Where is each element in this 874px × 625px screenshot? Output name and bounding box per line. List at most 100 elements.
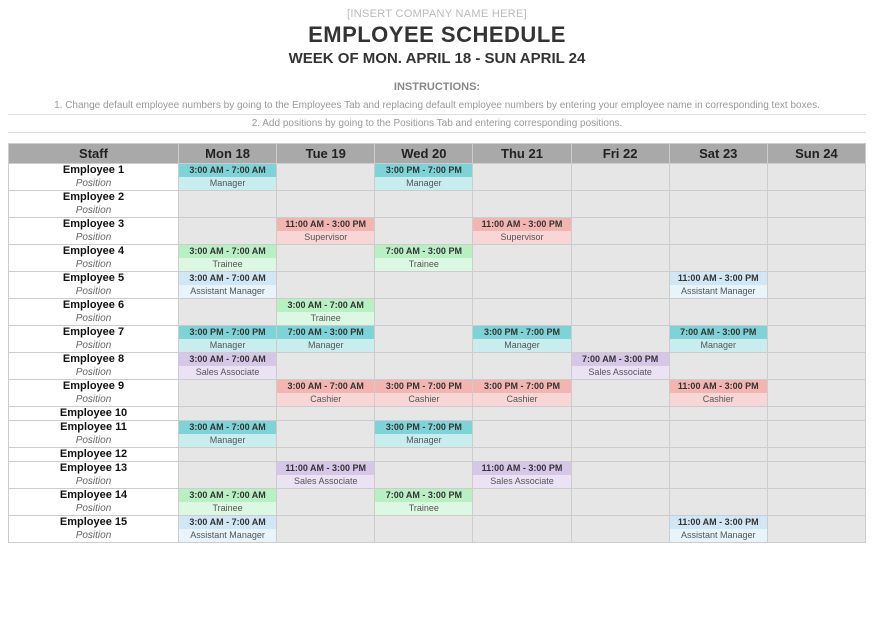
shift-position [277,285,374,298]
day-cell: 3:00 AM - 7:00 AMAssistant Manager [179,516,277,543]
shift-position: Trainee [277,312,374,325]
shift-time [572,164,669,177]
day-cell [571,516,669,543]
staff-cell: Employee 15Position [9,516,179,543]
staff-cell: Employee 7Position [9,326,179,353]
shift-time [670,299,767,312]
day-cell [767,164,865,191]
shift-position [572,529,669,542]
day-cell [473,164,571,191]
day-cell: 3:00 AM - 7:00 AMTrainee [179,245,277,272]
day-cell [375,326,473,353]
day-cell [473,299,571,326]
col-fri: Fri 22 [571,144,669,164]
shift-position: Manager [277,339,374,352]
shift-position: Trainee [179,502,276,515]
shift-position: Manager [179,339,276,352]
table-row: Employee 2Position [9,191,866,218]
shift-position [670,312,767,325]
shift-time: 3:00 AM - 7:00 AM [179,421,276,434]
table-row: Employee 12 [9,448,866,462]
day-cell [277,272,375,299]
shift-position [277,502,374,515]
employee-name: Employee 1 [9,164,178,177]
employee-name: Employee 13 [9,462,178,475]
shift-position: Manager [473,339,570,352]
staff-cell: Employee 5Position [9,272,179,299]
shift-position [473,366,570,379]
day-cell [571,272,669,299]
day-cell [571,448,669,462]
employee-name: Employee 3 [9,218,178,231]
shift-position: Trainee [375,502,472,515]
shift-time [670,462,767,475]
day-cell: 7:00 AM - 3:00 PMTrainee [375,245,473,272]
day-cell [473,272,571,299]
shift-position [473,285,570,298]
shift-time [670,245,767,258]
shift-time [768,448,865,461]
shift-position [179,393,276,406]
day-cell [571,218,669,245]
shift-position: Trainee [179,258,276,271]
shift-time: 3:00 AM - 7:00 AM [179,272,276,285]
shift-position: Cashier [375,393,472,406]
day-cell [767,380,865,407]
day-cell [277,164,375,191]
shift-time: 3:00 PM - 7:00 PM [473,380,570,393]
shift-position: Assistant Manager [179,285,276,298]
shift-position: Cashier [473,393,570,406]
shift-time: 3:00 PM - 7:00 PM [375,164,472,177]
shift-position [670,258,767,271]
day-cell [571,245,669,272]
shift-position: Sales Associate [179,366,276,379]
position-label: Position [9,434,178,447]
staff-cell: Employee 3Position [9,218,179,245]
position-label: Position [9,312,178,325]
day-cell [571,462,669,489]
day-cell [473,407,571,421]
day-cell [277,353,375,380]
staff-cell: Employee 6Position [9,299,179,326]
shift-time [572,421,669,434]
shift-position [277,204,374,217]
position-label: Position [9,502,178,515]
shift-time [670,407,767,420]
shift-time [375,407,472,420]
day-cell [669,448,767,462]
shift-time [572,489,669,502]
shift-position [277,434,374,447]
shift-time [179,191,276,204]
day-cell [277,516,375,543]
day-cell [179,407,277,421]
employee-name: Employee 15 [9,516,178,529]
table-row: Employee 3Position11:00 AM - 3:00 PMSupe… [9,218,866,245]
shift-position [375,475,472,488]
table-row: Employee 10 [9,407,866,421]
header-row: Staff Mon 18 Tue 19 Wed 20 Thu 21 Fri 22… [9,144,866,164]
day-cell [375,218,473,245]
employee-name: Employee 14 [9,489,178,502]
shift-time [572,272,669,285]
day-cell: 3:00 AM - 7:00 AMAssistant Manager [179,272,277,299]
shift-time [670,191,767,204]
day-cell: 3:00 PM - 7:00 PMCashier [473,380,571,407]
day-cell [277,407,375,421]
shift-position [572,393,669,406]
day-cell [375,462,473,489]
day-cell [277,245,375,272]
day-cell [473,448,571,462]
shift-time [768,272,865,285]
shift-position [670,231,767,244]
shift-time [179,462,276,475]
instructions-line-2: 2. Add positions by going to the Positio… [8,115,866,133]
col-tue: Tue 19 [277,144,375,164]
shift-position [375,312,472,325]
shift-time [179,407,276,420]
employee-name: Employee 10 [9,407,178,420]
day-cell [473,489,571,516]
shift-position: Manager [179,177,276,190]
day-cell [767,407,865,421]
day-cell: 3:00 PM - 7:00 PMManager [375,164,473,191]
shift-time [375,516,472,529]
